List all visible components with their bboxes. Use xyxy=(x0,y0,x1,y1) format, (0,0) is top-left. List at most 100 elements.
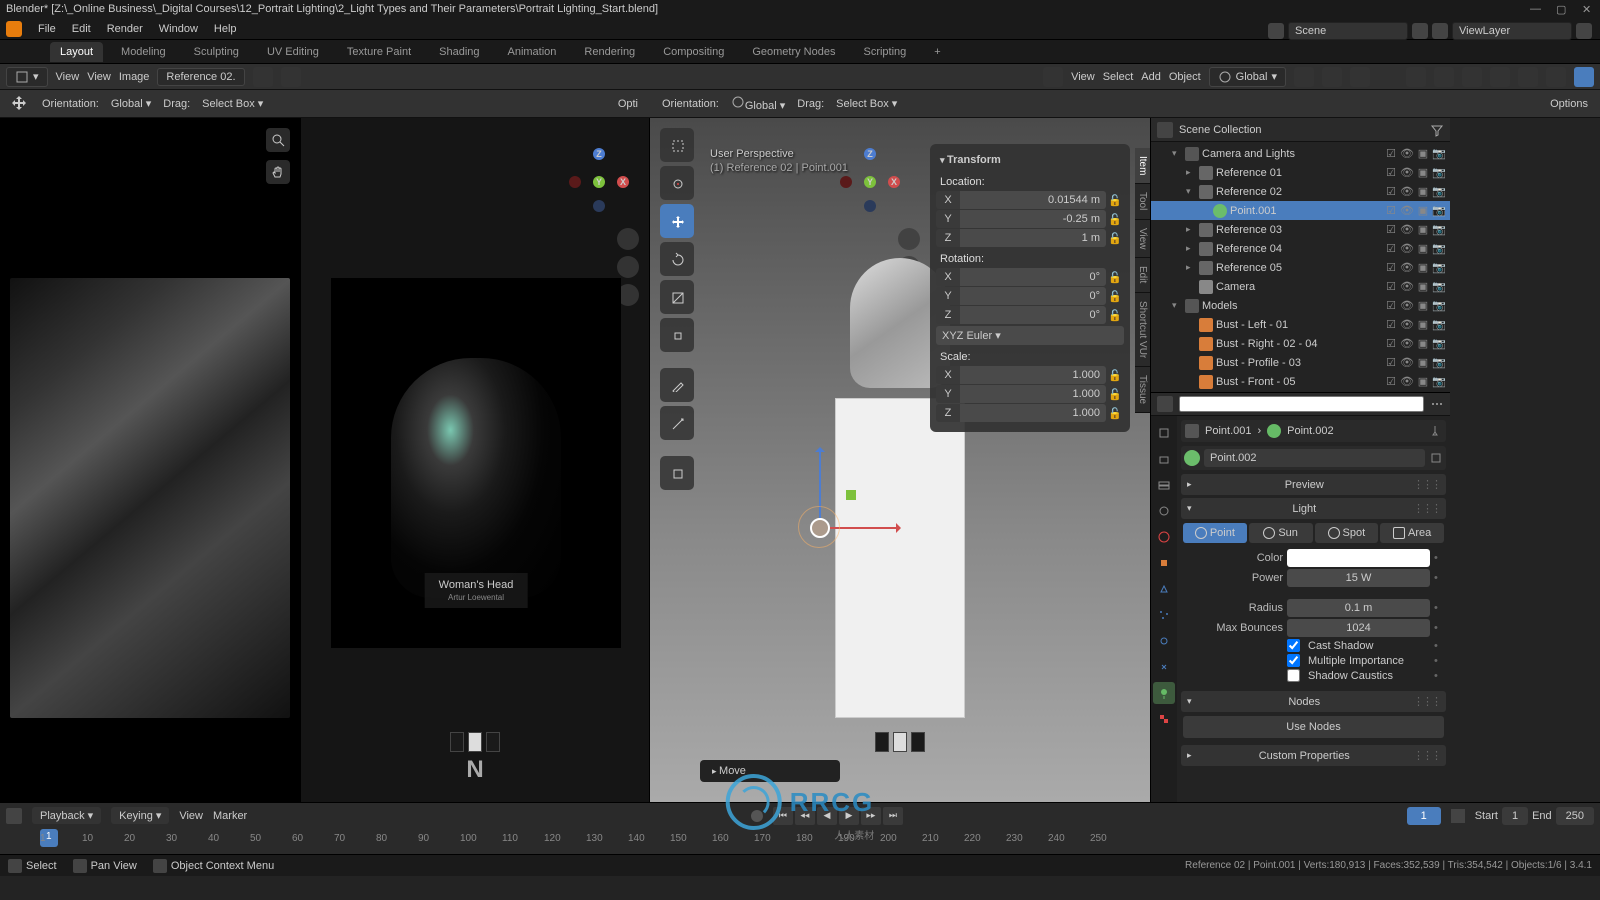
tool-move[interactable] xyxy=(660,204,694,238)
lock-icon[interactable]: 🔓 xyxy=(1106,369,1124,382)
viewport-disable-icon[interactable]: ▣ xyxy=(1416,147,1430,161)
tab-modeling[interactable]: Modeling xyxy=(111,42,176,62)
render-disable-icon[interactable]: 📷 xyxy=(1432,337,1446,351)
menu-select[interactable]: Select xyxy=(1103,71,1134,83)
viewlayer-name-input[interactable] xyxy=(1452,22,1572,40)
viewlayer-icon[interactable] xyxy=(1432,23,1448,39)
object-icon[interactable] xyxy=(1185,424,1199,438)
eye-icon[interactable]: 👁 xyxy=(1400,147,1414,161)
exclude-icon[interactable]: ☑ xyxy=(1384,318,1398,332)
location-y-input[interactable]: -0.25 m xyxy=(960,210,1106,228)
viewport-disable-icon[interactable]: ▣ xyxy=(1416,185,1430,199)
axis-z-icon[interactable]: Z xyxy=(864,148,876,160)
outliner-item-camera[interactable]: Camera ☑ 👁 ▣ 📷 xyxy=(1151,277,1450,296)
axis-y-icon[interactable]: Y xyxy=(864,176,876,188)
timeline-view-menu[interactable]: View xyxy=(179,810,203,822)
exclude-icon[interactable]: ☑ xyxy=(1384,166,1398,180)
filter-icon[interactable] xyxy=(1430,123,1444,137)
mode-selector[interactable] xyxy=(1043,67,1063,87)
viewport-disable-icon[interactable]: ▣ xyxy=(1416,337,1430,351)
eye-icon[interactable]: 👁 xyxy=(1400,223,1414,237)
tool-scale[interactable] xyxy=(660,280,694,314)
tab-scene-icon[interactable] xyxy=(1153,500,1175,522)
light-type-sun[interactable]: Sun xyxy=(1249,523,1313,543)
tab-viewlayer-icon[interactable] xyxy=(1153,474,1175,496)
render-disable-icon[interactable]: 📷 xyxy=(1432,242,1446,256)
tab-geometry-nodes[interactable]: Geometry Nodes xyxy=(742,42,845,62)
tool-add-cube[interactable] xyxy=(660,456,694,490)
keyframe-icon[interactable]: • xyxy=(1434,602,1444,614)
image-editor-area[interactable] xyxy=(0,118,300,802)
menu-help[interactable]: Help xyxy=(214,23,237,35)
menu-edit[interactable]: Edit xyxy=(72,23,91,35)
keyframe-icon[interactable]: • xyxy=(1434,552,1444,564)
jump-end-icon[interactable]: ⏭ xyxy=(883,807,903,825)
light-bounces-input[interactable]: 1024 xyxy=(1287,619,1430,637)
pin-icon[interactable] xyxy=(1412,23,1428,39)
eye-icon[interactable]: 👁 xyxy=(1400,318,1414,332)
tab-sculpting[interactable]: Sculpting xyxy=(184,42,249,62)
shading-material-icon[interactable] xyxy=(1546,67,1566,87)
exclude-icon[interactable]: ☑ xyxy=(1384,185,1398,199)
header-btn-1[interactable] xyxy=(253,67,273,87)
render-disable-icon[interactable]: 📷 xyxy=(1432,147,1446,161)
shadow-caustics-checkbox[interactable] xyxy=(1287,669,1300,682)
outliner-item-reference-03[interactable]: ▸ Reference 03 ☑ 👁 ▣ 📷 xyxy=(1151,220,1450,239)
tab-compositing[interactable]: Compositing xyxy=(653,42,734,62)
light-color-input[interactable] xyxy=(1287,549,1430,567)
light-power-input[interactable]: 15 W xyxy=(1287,569,1430,587)
scale-y-input[interactable]: 1.000 xyxy=(960,385,1106,403)
menu-add[interactable]: Add xyxy=(1141,71,1161,83)
header-view-menu-2[interactable]: View xyxy=(87,71,111,83)
move-gizmo[interactable] xyxy=(810,518,830,538)
axis-x-icon[interactable]: X xyxy=(617,176,629,188)
scene-name-input[interactable] xyxy=(1288,22,1408,40)
render-disable-icon[interactable]: 📷 xyxy=(1432,185,1446,199)
tool-cursor[interactable] xyxy=(660,166,694,200)
tab-texture-icon[interactable] xyxy=(1153,708,1175,730)
tab-texture-paint[interactable]: Texture Paint xyxy=(337,42,421,62)
eye-icon[interactable]: 👁 xyxy=(1400,375,1414,389)
sidebar-tab-edit[interactable]: Edit xyxy=(1135,258,1150,292)
tool-transform[interactable] xyxy=(660,318,694,352)
transform-panel-header[interactable]: Transform xyxy=(936,150,1124,170)
location-x-input[interactable]: 0.01544 m xyxy=(960,191,1106,209)
tab-add[interactable]: + xyxy=(924,42,950,62)
keying-menu[interactable]: Keying ▾ xyxy=(111,807,169,824)
eye-icon[interactable]: 👁 xyxy=(1400,280,1414,294)
sidebar-tab-tool[interactable]: Tool xyxy=(1135,184,1150,219)
menu-view[interactable]: View xyxy=(1071,71,1095,83)
outliner-item-reference-05[interactable]: ▸ Reference 05 ☑ 👁 ▣ 📷 xyxy=(1151,258,1450,277)
exclude-icon[interactable]: ☑ xyxy=(1384,280,1398,294)
nodes-panel-header[interactable]: Nodes⋮⋮⋮ xyxy=(1181,691,1446,712)
header-view-menu[interactable]: View xyxy=(56,71,80,83)
add-viewlayer-icon[interactable] xyxy=(1576,23,1592,39)
viewport-disable-icon[interactable]: ▣ xyxy=(1416,375,1430,389)
custom-props-panel-header[interactable]: Custom Properties⋮⋮⋮ xyxy=(1181,745,1446,766)
tab-world-icon[interactable] xyxy=(1153,526,1175,548)
axis-z-icon[interactable]: Z xyxy=(593,148,605,160)
image-datablock[interactable]: Reference 02. xyxy=(157,68,244,86)
render-disable-icon[interactable]: 📷 xyxy=(1432,166,1446,180)
start-frame-input[interactable]: 1 xyxy=(1502,807,1528,825)
scale-z-input[interactable]: 1.000 xyxy=(960,404,1106,422)
exclude-icon[interactable]: ☑ xyxy=(1384,147,1398,161)
orientation-dropdown-r[interactable]: Global ▾ xyxy=(731,95,785,112)
rotation-z-input[interactable]: 0° xyxy=(960,306,1106,324)
viewport-disable-icon[interactable]: ▣ xyxy=(1416,166,1430,180)
light-panel-header[interactable]: Light⋮⋮⋮ xyxy=(1181,498,1446,519)
pivot-icon[interactable] xyxy=(1294,67,1314,87)
zoom-nav-icon[interactable] xyxy=(617,228,639,250)
drag-dropdown[interactable]: Select Box ▾ xyxy=(202,97,263,110)
lock-icon[interactable]: 🔓 xyxy=(1106,407,1124,420)
outliner-tree[interactable]: ▾ Camera and Lights ☑ 👁 ▣ 📷 ▸ Reference … xyxy=(1151,142,1450,392)
eye-icon[interactable]: 👁 xyxy=(1400,261,1414,275)
lock-icon[interactable]: 🔓 xyxy=(1106,232,1124,245)
scene-collection-label[interactable]: Scene Collection xyxy=(1179,124,1262,136)
transform-orientation[interactable]: Global▾ xyxy=(1209,67,1286,87)
navigation-gizmo-right[interactable]: Z Y X xyxy=(840,148,900,208)
viewport-disable-icon[interactable]: ▣ xyxy=(1416,223,1430,237)
navigation-gizmo[interactable]: Z Y X xyxy=(569,148,629,208)
render-disable-icon[interactable]: 📷 xyxy=(1432,280,1446,294)
tool-measure[interactable] xyxy=(660,406,694,440)
